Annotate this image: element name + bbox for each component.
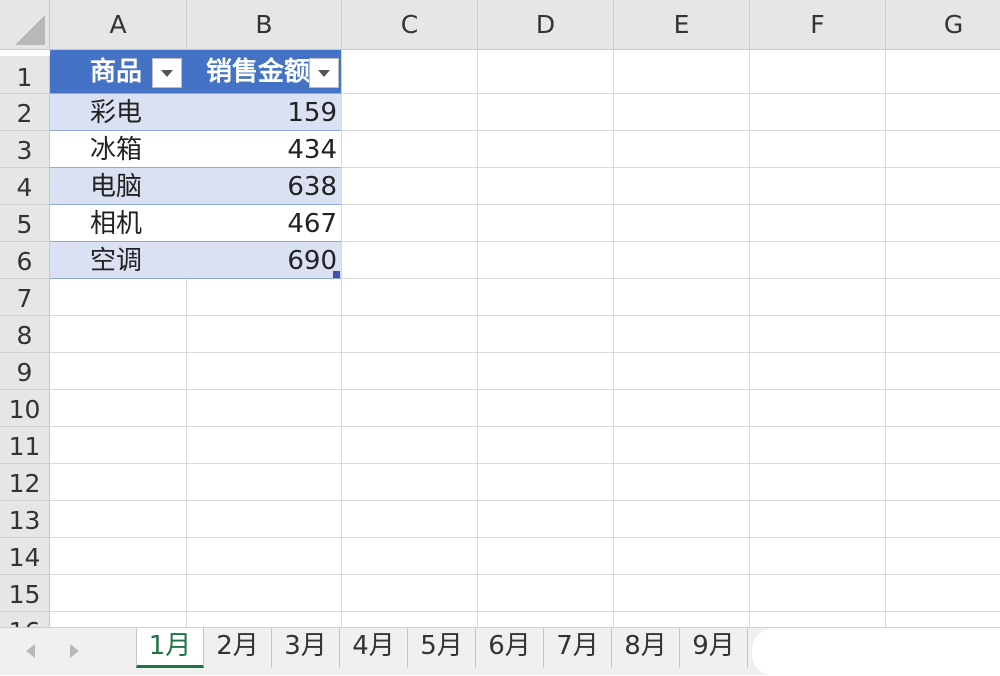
sheet-tab-6[interactable]: 6月 <box>476 628 544 668</box>
cell-text: 638 <box>287 172 337 202</box>
sheet-tab-2[interactable]: 2月 <box>204 628 272 668</box>
row-header-7[interactable]: 7 <box>0 279 50 316</box>
gridline <box>749 50 750 627</box>
table-border <box>50 241 341 242</box>
table-resize-handle[interactable] <box>333 271 340 278</box>
table-cell-product[interactable]: 冰箱 <box>50 131 187 168</box>
row-header-10[interactable]: 10 <box>0 390 50 427</box>
table-cell-amount[interactable]: 467 <box>187 205 341 242</box>
table-cell-amount[interactable]: 159 <box>187 94 341 131</box>
cell-text: 434 <box>287 135 337 165</box>
cell-text: 彩电 <box>90 98 143 128</box>
cell-text: 690 <box>287 246 337 276</box>
table-border <box>50 93 341 94</box>
gridline <box>477 50 478 627</box>
col-header-c[interactable]: C <box>342 0 478 50</box>
cell-text: 冰箱 <box>90 135 143 165</box>
sheet-tab-9[interactable]: 9月 <box>680 628 748 668</box>
dropdown-arrow-icon <box>318 70 330 77</box>
gridline <box>50 463 1000 464</box>
col-header-a[interactable]: A <box>50 0 187 50</box>
sheet-tab-7[interactable]: 7月 <box>544 628 612 668</box>
col-header-e[interactable]: E <box>614 0 750 50</box>
table-cell-amount[interactable]: 434 <box>187 131 341 168</box>
scroll-right-icon[interactable] <box>70 644 79 658</box>
row-header-3[interactable]: 3 <box>0 131 50 168</box>
cell-text: 电脑 <box>90 172 143 202</box>
table-cell-product[interactable]: 空调 <box>50 242 187 279</box>
col-header-d[interactable]: D <box>478 0 614 50</box>
table-border <box>50 278 341 279</box>
row-header-12[interactable]: 12 <box>0 464 50 501</box>
row-header-13[interactable]: 13 <box>0 501 50 538</box>
row-header-6[interactable]: 6 <box>0 242 50 279</box>
row-header-15[interactable]: 15 <box>0 575 50 612</box>
table-border <box>50 167 341 168</box>
col-header-b[interactable]: B <box>187 0 342 50</box>
cell-text: 空调 <box>90 246 143 276</box>
select-all-corner[interactable] <box>0 0 50 50</box>
gridline <box>50 426 1000 427</box>
row-header-5[interactable]: 5 <box>0 205 50 242</box>
row-header-2[interactable]: 2 <box>0 94 50 131</box>
table-cell-amount[interactable]: 638 <box>187 168 341 205</box>
table-header-cell-amount[interactable]: 销售金额 <box>187 50 341 94</box>
table-cell-product[interactable]: 电脑 <box>50 168 187 205</box>
cell-text: 相机 <box>90 209 143 239</box>
row-header-9[interactable]: 9 <box>0 353 50 390</box>
gridline <box>341 50 342 627</box>
table-cell-product[interactable]: 彩电 <box>50 94 187 131</box>
sheet-tab-3[interactable]: 3月 <box>272 628 340 668</box>
tab-bar-overlay <box>752 628 1000 676</box>
col-header-f[interactable]: F <box>750 0 886 50</box>
gridline <box>885 50 886 627</box>
row-header-8[interactable]: 8 <box>0 316 50 353</box>
sheet-tab-5[interactable]: 5月 <box>408 628 476 668</box>
table-cell-amount[interactable]: 690 <box>187 242 341 279</box>
gridline <box>50 537 1000 538</box>
filter-dropdown-button[interactable] <box>152 58 182 88</box>
gridline <box>50 352 1000 353</box>
row-header-14[interactable]: 14 <box>0 538 50 575</box>
table-header-cell-product[interactable]: 商品 <box>50 50 187 94</box>
filter-dropdown-button[interactable] <box>309 58 339 88</box>
select-all-triangle-icon <box>15 15 45 45</box>
gridline <box>50 389 1000 390</box>
cell-text: 159 <box>287 98 337 128</box>
row-header-11[interactable]: 11 <box>0 427 50 464</box>
gridline <box>50 315 1000 316</box>
spreadsheet-grid[interactable]: A B C D E F G 1 2 3 4 5 6 7 8 9 10 11 12… <box>0 0 1000 627</box>
cell-text: 467 <box>287 209 337 239</box>
table-header-label: 销售金额 <box>206 57 311 87</box>
sheet-tab-8[interactable]: 8月 <box>612 628 680 668</box>
gridline <box>50 500 1000 501</box>
table-border <box>50 204 341 205</box>
sheet-tab-1[interactable]: 1月 <box>136 628 204 668</box>
gridline <box>613 50 614 627</box>
table-border <box>50 130 341 131</box>
row-header-1[interactable]: 1 <box>0 56 50 94</box>
dropdown-arrow-icon <box>161 70 173 77</box>
gridline <box>50 574 1000 575</box>
row-header-16[interactable]: 16 <box>0 612 50 627</box>
sheet-tab-4[interactable]: 4月 <box>340 628 408 668</box>
col-header-g[interactable]: G <box>886 0 1000 50</box>
table-cell-product[interactable]: 相机 <box>50 205 187 242</box>
scroll-left-icon[interactable] <box>26 644 35 658</box>
sheet-tab-bar: 1月 2月 3月 4月 5月 6月 7月 8月 9月 <box>0 627 1000 676</box>
table-header-label: 商品 <box>90 57 143 87</box>
gridline <box>50 611 1000 612</box>
row-header-4[interactable]: 4 <box>0 168 50 205</box>
